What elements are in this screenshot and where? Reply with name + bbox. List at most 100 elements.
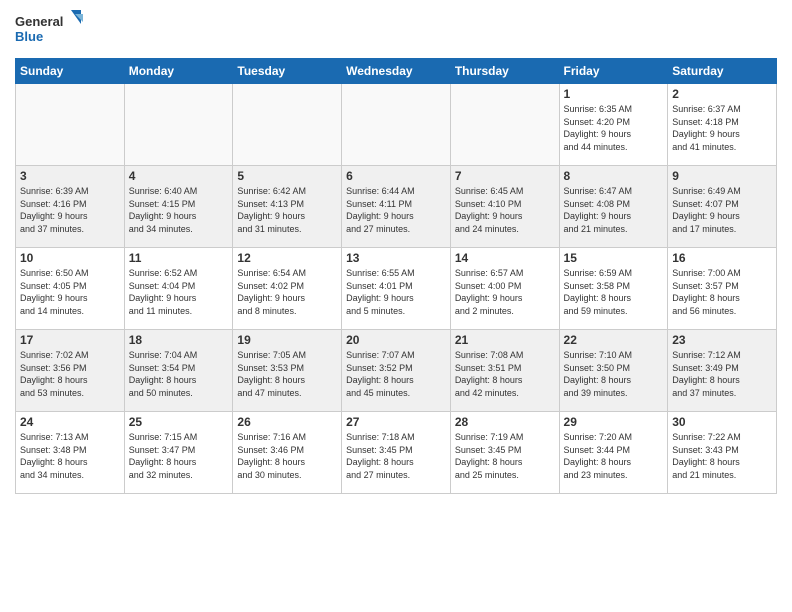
calendar-cell: 7Sunrise: 6:45 AM Sunset: 4:10 PM Daylig…	[450, 166, 559, 248]
col-header-friday: Friday	[559, 59, 668, 84]
day-info: Sunrise: 6:57 AM Sunset: 4:00 PM Dayligh…	[455, 267, 555, 317]
calendar-cell: 17 Sunrise: 7:02 AM Sunset: 3:56 PM Dayli…	[16, 330, 125, 412]
svg-text:General: General	[15, 14, 63, 29]
day-info: Sunrise: 7:15 AM Sunset: 3:47 PM Dayligh…	[129, 431, 229, 481]
day-info: Sunrise: 6:39 AM Sunset: 4:16 PM Dayligh…	[20, 185, 120, 235]
day-info: Sunrise: 7:20 AM Sunset: 3:44 PM Dayligh…	[564, 431, 664, 481]
calendar-cell: 13Sunrise: 6:55 AM Sunset: 4:01 PM Dayli…	[342, 248, 451, 330]
day-number: 12	[237, 251, 337, 265]
day-info: Sunrise: 7:07 AM Sunset: 3:52 PM Dayligh…	[346, 349, 446, 399]
col-header-monday: Monday	[124, 59, 233, 84]
calendar-cell: 22 Sunrise: 7:10 AM Sunset: 3:50 PM Dayli…	[559, 330, 668, 412]
week-row-3: 10Sunrise: 6:50 AM Sunset: 4:05 PM Dayli…	[16, 248, 777, 330]
day-number: 16	[672, 251, 772, 265]
calendar-cell	[342, 84, 451, 166]
calendar-cell: 25 Sunrise: 7:15 AM Sunset: 3:47 PM Dayli…	[124, 412, 233, 494]
col-header-wednesday: Wednesday	[342, 59, 451, 84]
day-number: 1	[564, 87, 664, 101]
calendar-cell: 29 Sunrise: 7:20 AM Sunset: 3:44 PM Dayli…	[559, 412, 668, 494]
day-info: Sunrise: 6:42 AM Sunset: 4:13 PM Dayligh…	[237, 185, 337, 235]
day-info: Sunrise: 6:44 AM Sunset: 4:11 PM Dayligh…	[346, 185, 446, 235]
calendar-cell: 30Sunrise: 7:22 AM Sunset: 3:43 PM Dayli…	[668, 412, 777, 494]
day-number: 4	[129, 169, 229, 183]
day-info: Sunrise: 6:37 AM Sunset: 4:18 PM Dayligh…	[672, 103, 772, 153]
calendar-cell	[233, 84, 342, 166]
day-info: Sunrise: 6:35 AM Sunset: 4:20 PM Dayligh…	[564, 103, 664, 153]
day-info: Sunrise: 7:19 AM Sunset: 3:45 PM Dayligh…	[455, 431, 555, 481]
calendar-cell: 1 Sunrise: 6:35 AM Sunset: 4:20 PM Daylig…	[559, 84, 668, 166]
calendar-cell: 8 Sunrise: 6:47 AM Sunset: 4:08 PM Daylig…	[559, 166, 668, 248]
calendar-cell: 20 Sunrise: 7:07 AM Sunset: 3:52 PM Dayli…	[342, 330, 451, 412]
calendar-cell: 21 Sunrise: 7:08 AM Sunset: 3:51 PM Dayli…	[450, 330, 559, 412]
week-row-5: 24 Sunrise: 7:13 AM Sunset: 3:48 PM Dayli…	[16, 412, 777, 494]
logo-svg: General Blue	[15, 10, 85, 50]
day-number: 10	[20, 251, 120, 265]
day-number: 8	[564, 169, 664, 183]
calendar-cell: 24 Sunrise: 7:13 AM Sunset: 3:48 PM Dayli…	[16, 412, 125, 494]
day-number: 25	[129, 415, 229, 429]
calendar-cell: 11 Sunrise: 6:52 AM Sunset: 4:04 PM Dayli…	[124, 248, 233, 330]
day-number: 30	[672, 415, 772, 429]
day-info: Sunrise: 7:18 AM Sunset: 3:45 PM Dayligh…	[346, 431, 446, 481]
calendar-cell	[450, 84, 559, 166]
day-number: 24	[20, 415, 120, 429]
calendar-cell: 2 Sunrise: 6:37 AM Sunset: 4:18 PM Daylig…	[668, 84, 777, 166]
day-number: 5	[237, 169, 337, 183]
calendar-cell: 3Sunrise: 6:39 AM Sunset: 4:16 PM Daylig…	[16, 166, 125, 248]
calendar-cell: 23 Sunrise: 7:12 AM Sunset: 3:49 PM Dayli…	[668, 330, 777, 412]
day-info: Sunrise: 6:47 AM Sunset: 4:08 PM Dayligh…	[564, 185, 664, 235]
day-info: Sunrise: 6:40 AM Sunset: 4:15 PM Dayligh…	[129, 185, 229, 235]
calendar-cell: 14 Sunrise: 6:57 AM Sunset: 4:00 PM Dayli…	[450, 248, 559, 330]
svg-text:Blue: Blue	[15, 29, 43, 44]
calendar-table: SundayMondayTuesdayWednesdayThursdayFrid…	[15, 58, 777, 494]
calendar-cell: 27 Sunrise: 7:18 AM Sunset: 3:45 PM Dayli…	[342, 412, 451, 494]
col-header-thursday: Thursday	[450, 59, 559, 84]
day-number: 28	[455, 415, 555, 429]
day-number: 11	[129, 251, 229, 265]
day-info: Sunrise: 7:12 AM Sunset: 3:49 PM Dayligh…	[672, 349, 772, 399]
day-number: 20	[346, 333, 446, 347]
col-header-saturday: Saturday	[668, 59, 777, 84]
day-number: 21	[455, 333, 555, 347]
page: General Blue SundayMondayTuesdayWednesda…	[0, 0, 792, 612]
day-info: Sunrise: 7:16 AM Sunset: 3:46 PM Dayligh…	[237, 431, 337, 481]
calendar-cell: 10Sunrise: 6:50 AM Sunset: 4:05 PM Dayli…	[16, 248, 125, 330]
calendar-cell: 26 Sunrise: 7:16 AM Sunset: 3:46 PM Dayli…	[233, 412, 342, 494]
day-info: Sunrise: 7:02 AM Sunset: 3:56 PM Dayligh…	[20, 349, 120, 399]
day-number: 19	[237, 333, 337, 347]
week-row-2: 3Sunrise: 6:39 AM Sunset: 4:16 PM Daylig…	[16, 166, 777, 248]
day-info: Sunrise: 7:08 AM Sunset: 3:51 PM Dayligh…	[455, 349, 555, 399]
day-number: 14	[455, 251, 555, 265]
day-info: Sunrise: 6:49 AM Sunset: 4:07 PM Dayligh…	[672, 185, 772, 235]
calendar-cell: 6Sunrise: 6:44 AM Sunset: 4:11 PM Daylig…	[342, 166, 451, 248]
day-info: Sunrise: 7:00 AM Sunset: 3:57 PM Dayligh…	[672, 267, 772, 317]
calendar-cell	[16, 84, 125, 166]
logo: General Blue	[15, 10, 85, 50]
day-number: 9	[672, 169, 772, 183]
col-header-tuesday: Tuesday	[233, 59, 342, 84]
day-number: 2	[672, 87, 772, 101]
calendar-header-row: SundayMondayTuesdayWednesdayThursdayFrid…	[16, 59, 777, 84]
day-info: Sunrise: 6:52 AM Sunset: 4:04 PM Dayligh…	[129, 267, 229, 317]
calendar-cell: 18Sunrise: 7:04 AM Sunset: 3:54 PM Dayli…	[124, 330, 233, 412]
calendar-cell: 19 Sunrise: 7:05 AM Sunset: 3:53 PM Dayli…	[233, 330, 342, 412]
calendar-cell	[124, 84, 233, 166]
header: General Blue	[15, 10, 777, 50]
day-info: Sunrise: 7:10 AM Sunset: 3:50 PM Dayligh…	[564, 349, 664, 399]
day-info: Sunrise: 7:13 AM Sunset: 3:48 PM Dayligh…	[20, 431, 120, 481]
day-number: 22	[564, 333, 664, 347]
week-row-1: 1 Sunrise: 6:35 AM Sunset: 4:20 PM Daylig…	[16, 84, 777, 166]
day-info: Sunrise: 6:54 AM Sunset: 4:02 PM Dayligh…	[237, 267, 337, 317]
day-number: 26	[237, 415, 337, 429]
day-info: Sunrise: 7:05 AM Sunset: 3:53 PM Dayligh…	[237, 349, 337, 399]
calendar-cell: 28 Sunrise: 7:19 AM Sunset: 3:45 PM Dayli…	[450, 412, 559, 494]
day-number: 23	[672, 333, 772, 347]
calendar-cell: 9 Sunrise: 6:49 AM Sunset: 4:07 PM Daylig…	[668, 166, 777, 248]
calendar-cell: 15Sunrise: 6:59 AM Sunset: 3:58 PM Dayli…	[559, 248, 668, 330]
calendar-cell: 4 Sunrise: 6:40 AM Sunset: 4:15 PM Daylig…	[124, 166, 233, 248]
week-row-4: 17 Sunrise: 7:02 AM Sunset: 3:56 PM Dayli…	[16, 330, 777, 412]
day-number: 27	[346, 415, 446, 429]
day-info: Sunrise: 6:45 AM Sunset: 4:10 PM Dayligh…	[455, 185, 555, 235]
day-number: 29	[564, 415, 664, 429]
day-number: 17	[20, 333, 120, 347]
